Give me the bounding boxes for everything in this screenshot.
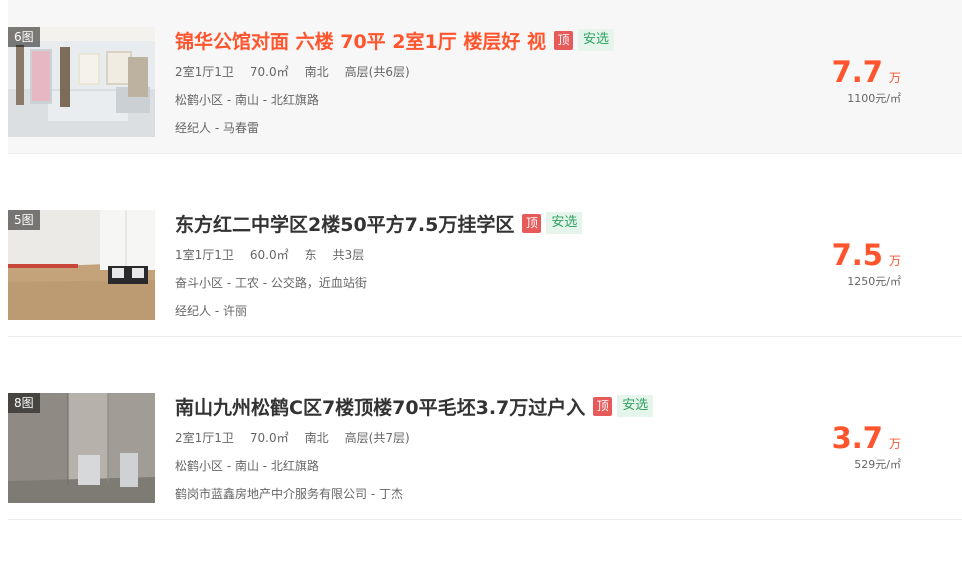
top-tag: 顶 [522,213,542,233]
listing-address: 奋斗小区 - 工农 - 公交路，近血站街 [175,276,367,290]
listing-photo[interactable]: 5图 [8,210,155,320]
orientation: 南北 [304,431,329,445]
total-price: 7.5 [831,238,883,272]
listing-specs: 1室1厅1卫 60.0㎡ 东 共3层 [175,246,364,264]
photo-count-badge: 5图 [8,210,40,230]
listing-photo[interactable]: 8图 [8,393,155,503]
title-row: 锦华公馆对面 六楼 70平 2室1厅 楼层好 视 顶 安选 [175,26,614,54]
room-layout: 2室1厅1卫 [175,65,234,79]
price-unit: 万 [888,254,901,268]
listing-title[interactable]: 南山九州松鹤C区7楼顶楼70平毛坯3.7万过户入 [175,393,585,420]
unit-price: 1100元/㎡ [847,92,901,105]
safe-select-tag: 安选 [577,29,614,51]
area: 70.0㎡ [249,431,289,445]
photo-count-badge: 8图 [8,393,40,413]
listing-photo[interactable]: 6图 [8,27,155,137]
listing-title[interactable]: 锦华公馆对面 六楼 70平 2室1厅 楼层好 视 [175,27,546,54]
total-price: 3.7 [831,421,883,455]
price-block: 7.7 万 1100元/㎡ [832,55,901,106]
unit-price: 1250元/㎡ [847,275,901,288]
orientation: 东 [304,248,317,262]
room-layout: 2室1厅1卫 [175,431,234,445]
title-row: 南山九州松鹤C区7楼顶楼70平毛坯3.7万过户入 顶 安选 [175,392,654,420]
listing-item[interactable]: 5图 东方红二中学区2楼50平方7.5万挂学区 顶 安选 1室1厅1卫 60.0㎡… [8,183,962,337]
safe-select-tag: 安选 [546,212,583,234]
price-unit: 万 [888,71,901,85]
listing-item[interactable]: 6图 锦华公馆对面 六楼 70平 2室1厅 楼层好 视 顶 安选 2室1厅1卫 7… [8,0,962,154]
floor-info: 共3层 [332,248,365,262]
listing-specs: 2室1厅1卫 70.0㎡ 南北 高层(共6层) [175,63,410,81]
photo-count-badge: 6图 [8,27,40,47]
safe-select-tag: 安选 [617,395,654,417]
top-tag: 顶 [593,396,613,416]
price-unit: 万 [888,437,901,451]
unit-price: 529元/㎡ [854,458,901,471]
listing-address: 松鹤小区 - 南山 - 北红旗路 [175,459,319,473]
orientation: 南北 [304,65,329,79]
total-price: 7.7 [831,55,883,89]
listing-agent: 鹤岗市蓝鑫房地产中介服务有限公司 - 丁杰 [175,487,403,501]
listing-title[interactable]: 东方红二中学区2楼50平方7.5万挂学区 [175,210,514,237]
price-block: 7.5 万 1250元/㎡ [832,238,901,289]
listing-item[interactable]: 8图 南山九州松鹤C区7楼顶楼70平毛坯3.7万过户入 顶 安选 2室1厅1卫 7… [8,366,962,520]
area: 60.0㎡ [249,248,289,262]
floor-info: 高层(共7层) [344,431,410,445]
area: 70.0㎡ [249,65,289,79]
floor-info: 高层(共6层) [344,65,410,79]
top-tag: 顶 [553,30,573,50]
title-row: 东方红二中学区2楼50平方7.5万挂学区 顶 安选 [175,209,583,237]
listing-address: 松鹤小区 - 南山 - 北红旗路 [175,93,319,107]
price-block: 3.7 万 529元/㎡ [832,421,901,472]
listing-agent: 经纪人 - 马春雷 [175,121,259,135]
listing-list: 6图 锦华公馆对面 六楼 70平 2室1厅 楼层好 视 顶 安选 2室1厅1卫 7… [0,0,962,564]
listing-agent: 经纪人 - 许丽 [175,304,247,318]
room-layout: 1室1厅1卫 [175,248,234,262]
listing-specs: 2室1厅1卫 70.0㎡ 南北 高层(共7层) [175,429,410,447]
